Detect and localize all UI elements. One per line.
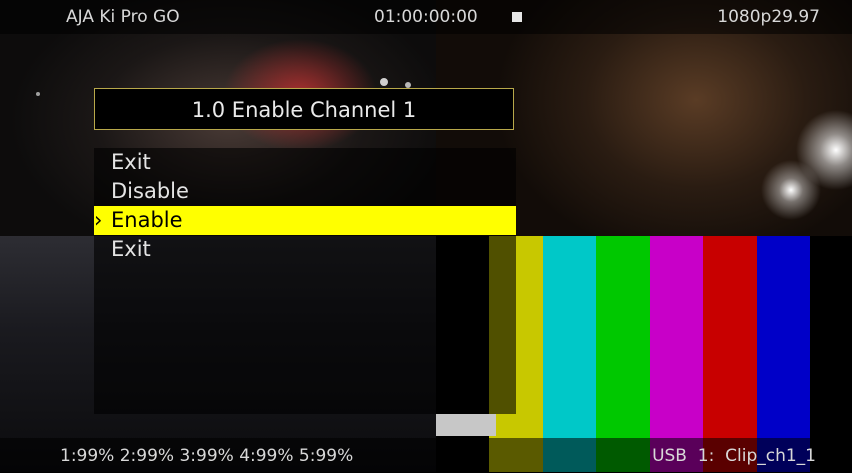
menu-title-box: 1.0 Enable Channel 1: [94, 88, 514, 130]
menu-item-exit[interactable]: Exit: [94, 235, 516, 264]
timecode-display: 01:00:00:00: [374, 7, 478, 27]
top-status-bar: AJA Ki Pro GO 01:00:00:00 1080p29.97: [0, 0, 852, 34]
media-levels: 1:99% 2:99% 3:99% 4:99% 5:99%: [60, 446, 354, 466]
menu-item-label: Exit: [111, 237, 151, 261]
color-bar: [542, 236, 597, 472]
menu-item-exit[interactable]: Exit: [94, 148, 516, 177]
stop-icon: [512, 12, 522, 22]
menu-item-disable[interactable]: Disable: [94, 177, 516, 206]
color-bar: [596, 236, 650, 472]
menu-item-label: Exit: [111, 150, 151, 174]
menu-title: 1.0 Enable Channel 1: [191, 98, 417, 122]
device-name: AJA Ki Pro GO: [66, 7, 180, 27]
clip-name: USB 1: Clip_ch1_1: [652, 446, 816, 466]
color-bar: [703, 236, 757, 472]
menu-item-enable[interactable]: › Enable: [94, 206, 516, 235]
menu-item-label: Enable: [111, 208, 183, 232]
video-format: 1080p29.97: [717, 7, 820, 27]
menu-panel: Exit Disable › Enable Exit: [94, 148, 516, 414]
color-bar: [649, 236, 704, 472]
bottom-status-bar: 1:99% 2:99% 3:99% 4:99% 5:99% USB 1: Cli…: [0, 438, 852, 472]
chevron-right-icon: ›: [94, 208, 103, 232]
color-bar-gray-swatch: [436, 414, 496, 436]
menu-item-label: Disable: [111, 179, 189, 203]
color-bar: [756, 236, 810, 472]
